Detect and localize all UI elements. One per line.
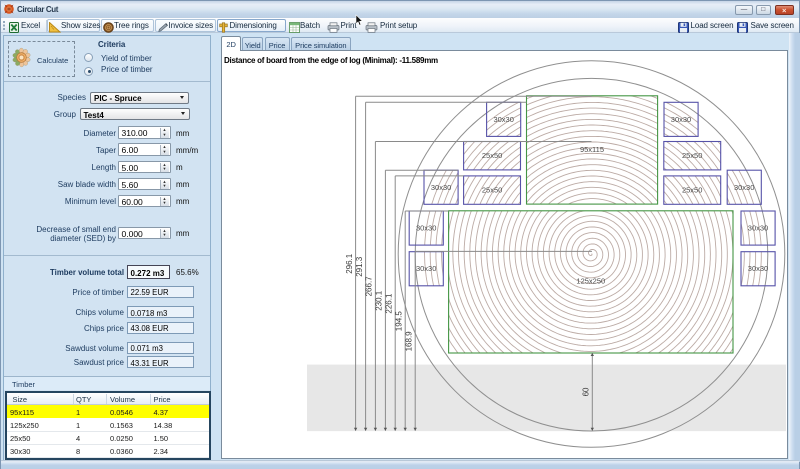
svg-text:125x250: 125x250 — [576, 277, 605, 286]
svg-text:25x50: 25x50 — [682, 151, 702, 160]
svg-text:296.1: 296.1 — [345, 253, 354, 274]
svg-text:194.5: 194.5 — [394, 311, 403, 332]
svg-text:30x30: 30x30 — [748, 224, 768, 233]
svg-text:30x30: 30x30 — [671, 115, 691, 124]
svg-text:226.1: 226.1 — [384, 293, 393, 314]
svg-text:30x30: 30x30 — [431, 183, 451, 192]
svg-text:30x30: 30x30 — [416, 224, 436, 233]
svg-text:30x30: 30x30 — [734, 183, 754, 192]
svg-text:266.7: 266.7 — [365, 276, 374, 297]
svg-text:30x30: 30x30 — [416, 264, 436, 273]
svg-text:230.1: 230.1 — [375, 290, 384, 311]
svg-text:291.3: 291.3 — [355, 256, 364, 277]
svg-text:30x30: 30x30 — [748, 264, 768, 273]
svg-text:168.9: 168.9 — [404, 331, 413, 352]
svg-text:25x50: 25x50 — [482, 151, 502, 160]
svg-text:30x30: 30x30 — [493, 115, 513, 124]
svg-text:25x50: 25x50 — [682, 186, 702, 195]
svg-text:25x50: 25x50 — [482, 186, 502, 195]
svg-text:60: 60 — [582, 387, 591, 396]
svg-text:95x115: 95x115 — [580, 145, 604, 154]
